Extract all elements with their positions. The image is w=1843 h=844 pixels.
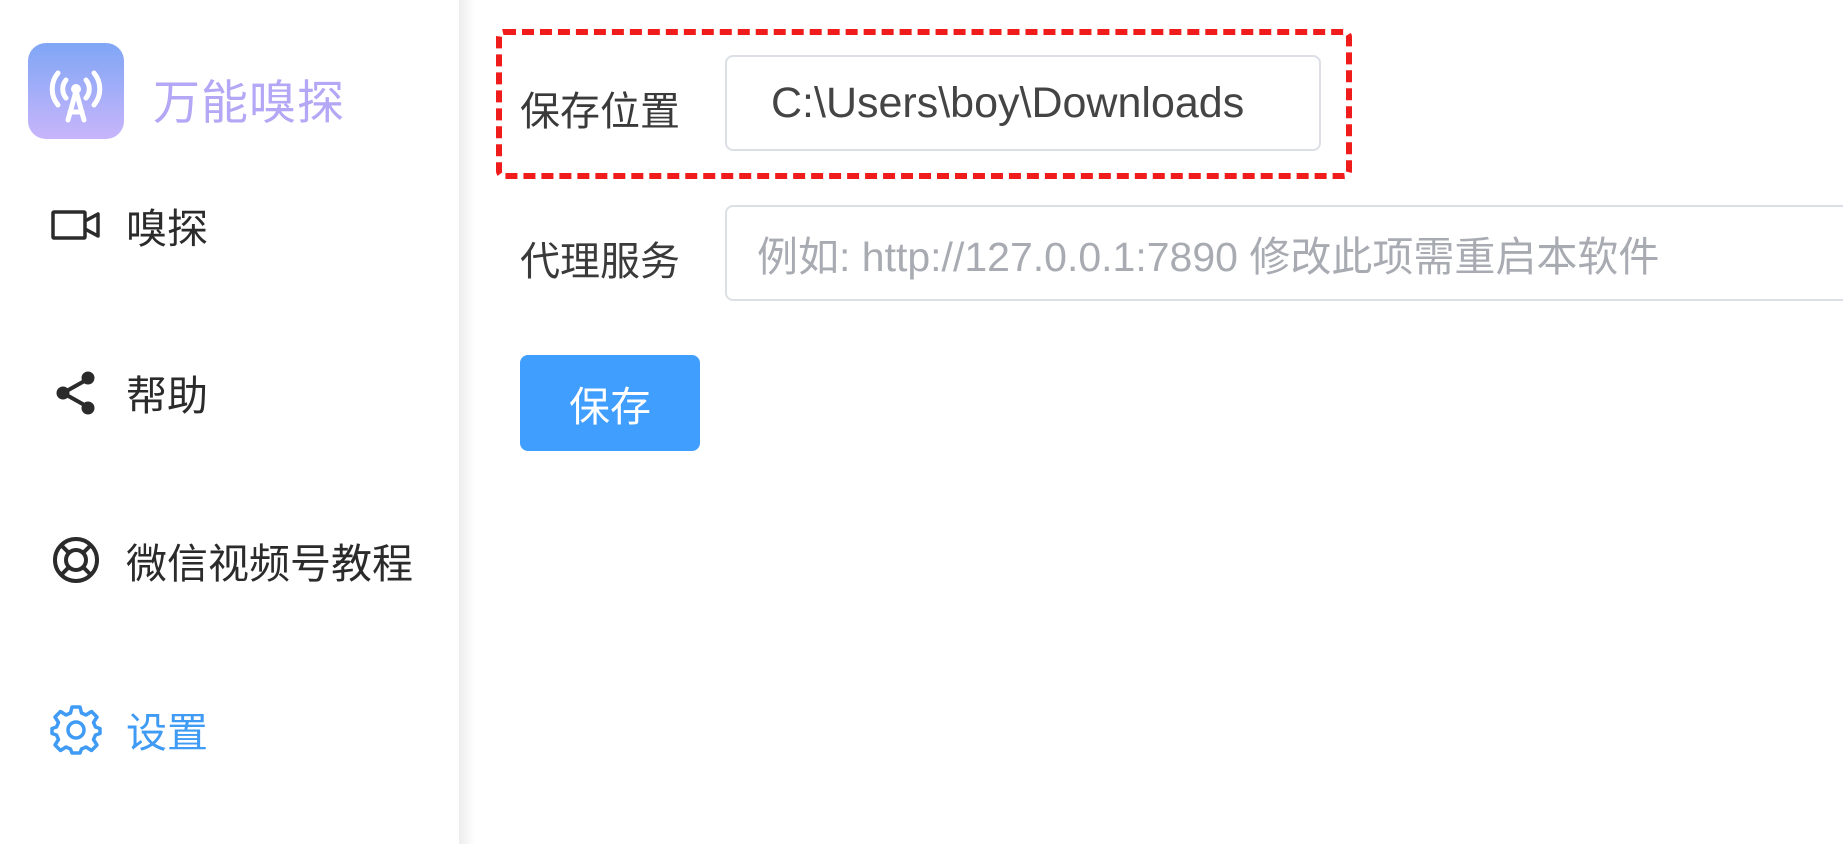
save-location-input[interactable]: C:\Users\boy\Downloads xyxy=(725,55,1321,151)
sidebar-item-label: 设置 xyxy=(126,709,208,757)
sidebar-item-help[interactable]: 帮助 xyxy=(50,362,208,422)
video-camera-icon xyxy=(50,199,102,251)
app-logo xyxy=(28,43,124,139)
lifebuoy-icon xyxy=(50,534,102,586)
antenna-broadcast-icon xyxy=(49,70,103,123)
share-icon xyxy=(50,366,102,418)
proxy-label: 代理服务 xyxy=(520,239,680,285)
sidebar-divider xyxy=(459,0,475,844)
proxy-input[interactable]: 例如: http://127.0.0.1:7890 修改此项需重启本软件 xyxy=(725,205,1843,301)
app-name: 万能嗅探 xyxy=(153,76,345,131)
sidebar-item-label: 帮助 xyxy=(126,372,208,420)
gear-icon xyxy=(50,703,102,755)
sidebar-item-label: 嗅探 xyxy=(126,205,208,253)
sidebar-item-wechat-tutorial[interactable]: 微信视频号教程 xyxy=(50,530,413,590)
save-button[interactable]: 保存 xyxy=(520,355,700,451)
sidebar-item-sniff[interactable]: 嗅探 xyxy=(50,195,208,255)
save-location-label: 保存位置 xyxy=(520,89,680,135)
sidebar: 万能嗅探 嗅探 帮助 微信视频号教程 设置 xyxy=(0,0,459,844)
sidebar-item-settings[interactable]: 设置 xyxy=(50,699,208,759)
sidebar-item-label: 微信视频号教程 xyxy=(126,540,413,588)
